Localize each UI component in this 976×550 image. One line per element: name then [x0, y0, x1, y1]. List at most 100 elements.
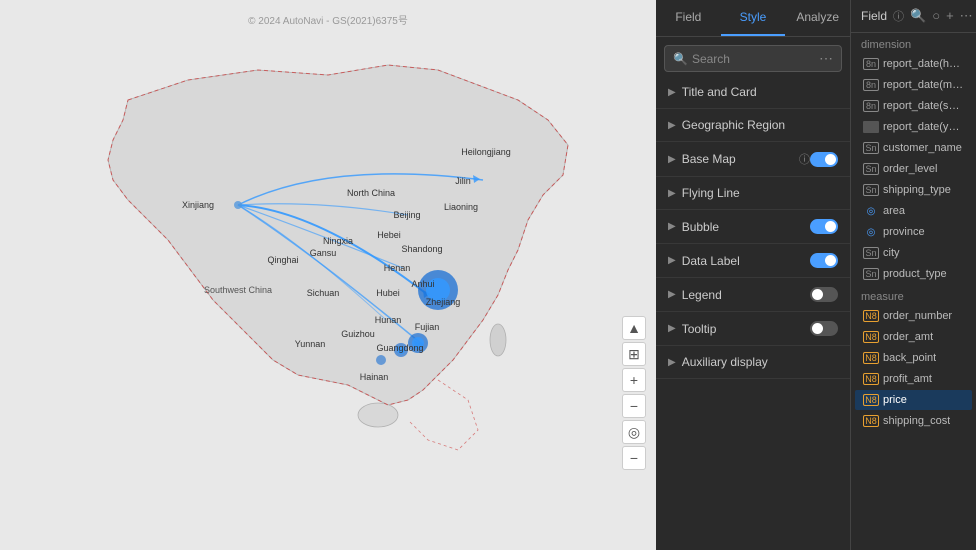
style-item-geographic-region[interactable]: ▶ Geographic Region	[656, 109, 850, 142]
field-add-icon[interactable]: +	[946, 8, 954, 24]
svg-text:Hunan: Hunan	[375, 315, 402, 325]
style-item-label: Auxiliary display	[682, 355, 838, 369]
svg-text:Anhui: Anhui	[411, 279, 434, 289]
svg-text:Hebei: Hebei	[377, 230, 401, 240]
style-item-tooltip[interactable]: ▶ Tooltip	[656, 312, 850, 346]
field-item-report-date-hour[interactable]: 8n report_date(hour)	[855, 54, 972, 74]
field-type-icon: N8	[863, 310, 879, 322]
compass-control[interactable]: ▲	[622, 316, 646, 340]
svg-text:Guangdong: Guangdong	[376, 343, 423, 353]
style-items-list: ▶ Title and Card ▶ Geographic Region ▶ B…	[656, 76, 850, 550]
tab-field[interactable]: Field	[656, 0, 721, 36]
style-item-data-label[interactable]: ▶ Data Label	[656, 244, 850, 278]
field-item-province[interactable]: ◎ province	[855, 222, 972, 242]
panel-tabs: Field Style Analyze	[656, 0, 850, 37]
field-item-customer-name[interactable]: Sn customer_name	[855, 138, 972, 158]
field-item-shipping-cost[interactable]: N8 shipping_cost	[855, 411, 972, 431]
field-item-product-type[interactable]: Sn product_type	[855, 264, 972, 284]
field-type-icon: 8n	[863, 58, 879, 70]
field-item-report-date-ymdh[interactable]: report_date(ymdh...	[855, 117, 972, 137]
field-item-report-date-minute[interactable]: 8n report_date(minute)	[855, 75, 972, 95]
field-type-icon: N8	[863, 394, 879, 406]
svg-text:Qinghai: Qinghai	[267, 255, 298, 265]
chevron-icon: ▶	[668, 357, 676, 368]
field-item-order-level[interactable]: Sn order_level	[855, 159, 972, 179]
tab-style[interactable]: Style	[721, 0, 786, 36]
style-item-label: Title and Card	[682, 85, 838, 99]
field-item-order-amt[interactable]: N8 order_amt	[855, 327, 972, 347]
field-panel-title: Field	[861, 9, 887, 23]
legend-toggle[interactable]	[810, 287, 838, 302]
base-map-toggle[interactable]	[810, 152, 838, 167]
field-type-icon: Sn	[863, 184, 879, 196]
field-item-price[interactable]: N8 price	[855, 390, 972, 410]
info-icon: ⓘ	[799, 151, 810, 167]
field-item-city[interactable]: Sn city	[855, 243, 972, 263]
field-item-profit-amt[interactable]: N8 profit_amt	[855, 369, 972, 389]
zoom-out-control[interactable]: −	[622, 394, 646, 418]
chevron-icon: ▶	[668, 221, 676, 232]
zoom-in-control[interactable]: +	[622, 368, 646, 392]
zoom-box-control[interactable]: ⊞	[622, 342, 646, 366]
data-label-toggle[interactable]	[810, 253, 838, 268]
field-name: order_amt	[883, 331, 933, 343]
style-item-title-card[interactable]: ▶ Title and Card	[656, 76, 850, 109]
svg-text:Xinjiang: Xinjiang	[182, 200, 214, 210]
style-item-base-map[interactable]: ▶ Base Map ⓘ	[656, 142, 850, 177]
svg-text:Hubei: Hubei	[376, 288, 400, 298]
field-circle-icon[interactable]: ○	[932, 8, 940, 24]
style-item-flying-line[interactable]: ▶ Flying Line	[656, 177, 850, 210]
svg-text:Henan: Henan	[384, 263, 411, 273]
chevron-icon: ▶	[668, 87, 676, 98]
measure-section-label: measure	[851, 285, 976, 305]
style-item-label: Bubble	[682, 220, 810, 234]
tooltip-toggle[interactable]	[810, 321, 838, 336]
field-item-report-date-second[interactable]: 8n report_date(second)	[855, 96, 972, 116]
field-item-back-point[interactable]: N8 back_point	[855, 348, 972, 368]
chevron-icon: ▶	[668, 154, 676, 165]
svg-text:Liaoning: Liaoning	[444, 202, 478, 212]
field-type-icon: 8n	[863, 100, 879, 112]
style-item-legend[interactable]: ▶ Legend	[656, 278, 850, 312]
svg-text:Fujian: Fujian	[415, 322, 440, 332]
search-more-icon[interactable]: ⋯	[819, 50, 833, 67]
svg-text:Sichuan: Sichuan	[307, 288, 340, 298]
style-item-label: Tooltip	[682, 322, 810, 336]
field-type-icon: N8	[863, 352, 879, 364]
field-item-order-number[interactable]: N8 order_number	[855, 306, 972, 326]
field-search-icon[interactable]: 🔍	[910, 8, 926, 24]
zoom-out2-control[interactable]: −	[622, 446, 646, 470]
field-name: report_date(minute)	[883, 79, 964, 91]
field-name: profit_amt	[883, 373, 932, 385]
style-search-bar: 🔍 ⋯	[664, 45, 842, 72]
field-more-icon[interactable]: ⋯	[960, 8, 973, 24]
field-panel: Field ⓘ 🔍 ○ + ⋯ Dimension 8n report_date…	[851, 0, 976, 550]
field-name: product_type	[883, 268, 947, 280]
style-item-bubble[interactable]: ▶ Bubble	[656, 210, 850, 244]
dimension-section-label: Dimension	[851, 33, 976, 53]
locate-control[interactable]: ◎	[622, 420, 646, 444]
svg-text:Ningxia: Ningxia	[323, 236, 353, 246]
style-item-auxiliary-display[interactable]: ▶ Auxiliary display	[656, 346, 850, 379]
field-name: order_number	[883, 310, 952, 322]
map-watermark: © 2024 AutoNavi - GS(2021)6375号	[248, 12, 408, 27]
field-item-area[interactable]: ◎ area	[855, 201, 972, 221]
bubble-toggle[interactable]	[810, 219, 838, 234]
field-item-shipping-type[interactable]: Sn shipping_type	[855, 180, 972, 200]
tab-analyze[interactable]: Analyze	[785, 0, 850, 36]
search-icon: 🔍	[673, 52, 688, 66]
field-name: area	[883, 205, 905, 217]
search-input[interactable]	[692, 52, 815, 66]
field-name: report_date(hour)	[883, 58, 964, 70]
field-name: back_point	[883, 352, 936, 364]
style-panel: Field Style Analyze 🔍 ⋯ ▶ Title and Card…	[656, 0, 851, 550]
field-type-icon: Sn	[863, 268, 879, 280]
style-item-label: Geographic Region	[682, 118, 838, 132]
field-type-icon: Sn	[863, 163, 879, 175]
field-type-icon: ◎	[863, 206, 879, 217]
field-type-icon: ◎	[863, 227, 879, 238]
field-type-icon: Sn	[863, 247, 879, 259]
svg-text:Southwest China: Southwest China	[204, 285, 272, 295]
style-item-label: Base Map	[682, 152, 795, 166]
svg-text:Guizhou: Guizhou	[341, 329, 375, 339]
